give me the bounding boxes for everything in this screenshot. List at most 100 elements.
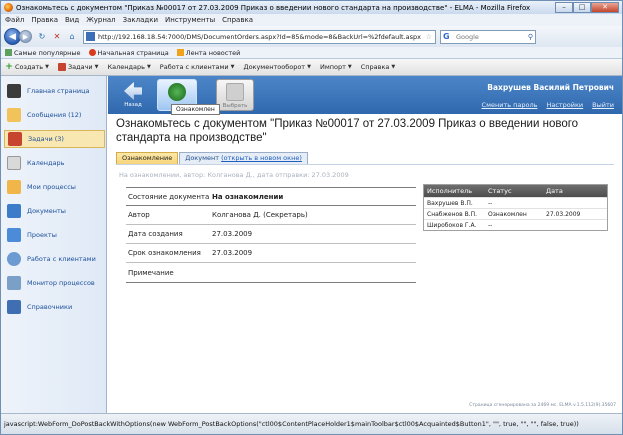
envelope-icon <box>7 108 21 122</box>
calendar-menu[interactable]: Календарь ▼ <box>108 63 151 71</box>
bookmark-news[interactable]: Лента новостей <box>176 49 240 57</box>
import-menu[interactable]: Импорт ▼ <box>320 63 352 71</box>
back-arrow-icon <box>124 82 142 100</box>
google-icon[interactable]: G <box>443 31 454 42</box>
back-button[interactable]: Назад <box>115 79 151 111</box>
dropdown-arrow-icon: ▼ <box>94 64 99 70</box>
table-row: Состояние документа На ознакомлении <box>126 187 416 206</box>
status-bar: javascript:WebForm_DoPostBackWithOptions… <box>1 413 622 434</box>
dropdown-arrow-icon: ▼ <box>45 64 49 70</box>
bookmark-popular[interactable]: Самые популярные <box>5 49 81 57</box>
documents-icon <box>7 204 21 218</box>
logout-link[interactable]: Выйти <box>592 101 614 109</box>
sidebar-item-calendar[interactable]: Календарь <box>7 154 103 172</box>
menu-view[interactable]: Вид <box>65 16 79 24</box>
task-icon <box>8 132 22 146</box>
docflow-menu[interactable]: Документооборот ▼ <box>243 63 310 71</box>
forward-arrow-icon[interactable]: ▶ <box>19 30 32 43</box>
book-icon <box>7 300 21 314</box>
bookmarks-bar: Самые популярные Начальная страница Лент… <box>1 47 622 59</box>
bookmark-start[interactable]: Начальная страница <box>88 49 169 57</box>
window-title: Ознакомьтесь с документом "Приказ №00017… <box>16 3 531 12</box>
menu-bar: Файл Правка Вид Журнал Закладки Инструме… <box>1 14 622 26</box>
sidebar-item-projects[interactable]: Проекты <box>7 226 103 244</box>
user-name: Вахрушев Василий Петрович <box>487 83 614 92</box>
close-icon[interactable]: ✕ <box>591 2 619 13</box>
menu-history[interactable]: Журнал <box>86 16 115 24</box>
firefox-icon <box>4 3 13 12</box>
clients-menu[interactable]: Работа с клиентами ▼ <box>160 63 235 71</box>
maximize-icon[interactable]: □ <box>573 2 591 13</box>
sidebar-item-documents[interactable]: Документы <box>7 202 103 220</box>
menu-help[interactable]: Справка <box>222 16 253 24</box>
acquaintance-panel: На ознакомлении, автор: Колганова Д., да… <box>116 164 614 284</box>
table-row: Примечание <box>126 263 416 283</box>
stop-icon[interactable]: ✕ <box>52 32 62 42</box>
table-row: Срок ознакомления 27.03.2009 <box>126 244 416 263</box>
generation-time-note: Страница сгенерирована за 2469 мс. ELMA … <box>469 403 616 408</box>
monitor-icon <box>7 276 21 290</box>
check-icon <box>168 83 186 101</box>
create-menu[interactable]: + Создать ▼ <box>5 62 49 72</box>
acquaintance-table: Исполнитель Статус Дата Вахрушев В.П. --… <box>423 184 608 231</box>
help-menu[interactable]: Справка ▼ <box>361 63 396 71</box>
properties-table: Состояние документа На ознакомлении Автор… <box>126 187 416 283</box>
change-password-link[interactable]: Сменить пароль <box>482 101 538 109</box>
select-icon <box>226 83 244 101</box>
url-input[interactable] <box>98 32 426 41</box>
calendar-icon <box>7 156 21 170</box>
bookmark-star-icon[interactable]: ☆ <box>426 33 432 41</box>
search-icon[interactable]: ⚲ <box>528 33 533 41</box>
sidebar-item-clients[interactable]: Работа с клиентами <box>7 250 103 268</box>
rss-icon <box>176 49 184 56</box>
dropdown-arrow-icon: ▼ <box>347 64 352 70</box>
user-links: Сменить пароль Настройки Выйти <box>482 101 614 109</box>
table-row: Вахрушев В.П. -- <box>424 197 607 208</box>
document-tabs: Ознакомление Документ (открыть в новом о… <box>116 152 309 164</box>
settings-link[interactable]: Настройки <box>546 101 583 109</box>
menu-bookmarks[interactable]: Закладки <box>123 16 158 24</box>
search-box[interactable]: G ⚲ <box>440 29 536 44</box>
table-row: Снабженов В.П. Ознакомлен 27.03.2009 <box>424 208 607 219</box>
table-row: Автор Колганова Д. (Секретарь) <box>126 206 416 225</box>
sidebar-item-process-monitor[interactable]: Монитор процессов <box>7 274 103 292</box>
select-button[interactable]: Выбрать <box>216 79 254 111</box>
open-new-window-link[interactable]: (открыть в новом окне) <box>221 154 302 162</box>
folder-icon <box>5 49 12 56</box>
tasks-menu[interactable]: Задачи ▼ <box>57 63 99 71</box>
menu-file[interactable]: Файл <box>5 16 24 24</box>
browser-window: Ознакомьтесь с документом "Приказ №00017… <box>0 0 623 435</box>
dropdown-arrow-icon: ▼ <box>391 64 396 70</box>
sidebar: Главная страница Сообщения (12) Задачи (… <box>1 76 107 413</box>
clients-icon <box>7 252 21 266</box>
plus-icon: + <box>5 62 13 72</box>
tab-document[interactable]: Документ (открыть в новом окне) <box>179 152 308 164</box>
tab-acquaintance[interactable]: Ознакомление <box>116 152 179 164</box>
sidebar-item-home[interactable]: Главная страница <box>7 82 103 100</box>
main-content: Назад Выбрать Ознакомлен Вахрушев Васили… <box>108 76 622 413</box>
firefox-icon <box>88 49 96 56</box>
navigation-bar: ◀ ▶ ↻ ✕ ⌂ ☆ G ⚲ <box>1 26 622 47</box>
sidebar-item-messages[interactable]: Сообщения (12) <box>7 106 103 124</box>
table-row: Дата создания 27.03.2009 <box>126 225 416 244</box>
menu-tools[interactable]: Инструменты <box>165 16 215 24</box>
search-input[interactable] <box>456 32 524 41</box>
address-bar[interactable]: ☆ <box>83 29 436 44</box>
window-controls: – □ ✕ <box>555 2 619 13</box>
table-row: Широбоков Г.А. -- <box>424 219 607 230</box>
menu-edit[interactable]: Правка <box>31 16 58 24</box>
sidebar-item-tasks[interactable]: Задачи (3) <box>4 130 105 148</box>
reload-icon[interactable]: ↻ <box>37 32 47 42</box>
home-icon <box>7 84 21 98</box>
dropdown-arrow-icon: ▼ <box>230 64 235 70</box>
home-icon[interactable]: ⌂ <box>67 32 77 42</box>
acquaintance-status-line: На ознакомлении, автор: Колганова Д., да… <box>119 171 349 179</box>
table-header: Исполнитель Статус Дата <box>424 185 607 197</box>
folder-icon <box>7 180 21 194</box>
projects-icon <box>7 228 21 242</box>
minimize-icon[interactable]: – <box>555 2 573 13</box>
title-bar: Ознакомьтесь с документом "Приказ №00017… <box>1 1 622 14</box>
sidebar-item-references[interactable]: Справочники <box>7 298 103 316</box>
sidebar-item-my-processes[interactable]: Мои процессы <box>7 178 103 196</box>
dropdown-arrow-icon: ▼ <box>146 64 151 70</box>
